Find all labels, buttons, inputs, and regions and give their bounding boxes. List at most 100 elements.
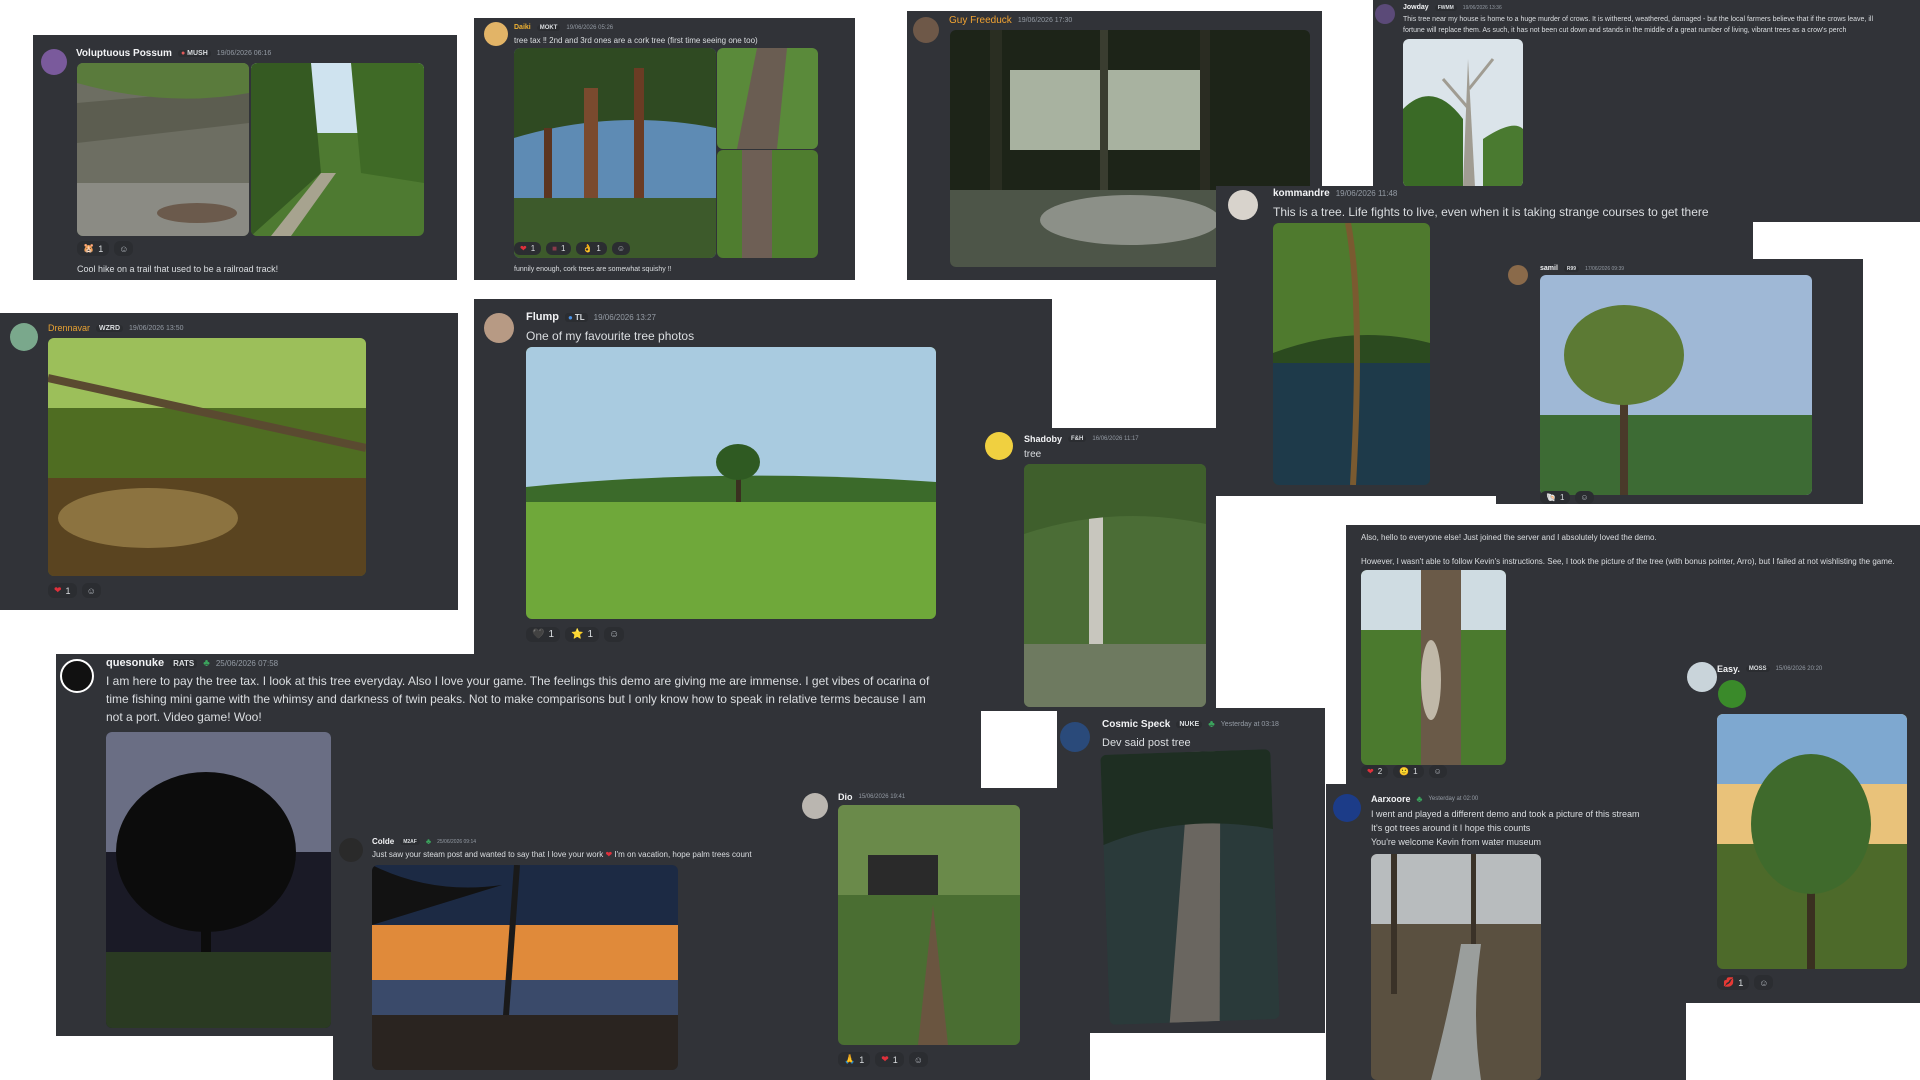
guild-tag: MOKT: [536, 24, 561, 31]
reaction[interactable]: ❤ 1: [514, 242, 542, 255]
guild-tag: F&H: [1068, 436, 1087, 442]
timestamp: 19/06/2026 17:30: [1017, 17, 1073, 24]
timestamp: 16/06/2026 11:17: [1092, 436, 1139, 442]
username[interactable]: samil: [1540, 265, 1558, 272]
post-voluptuous-possum: Voluptuous Possum ● MUSH 19/06/2026 06:16…: [33, 35, 457, 280]
reaction[interactable]: ■ 1: [546, 242, 572, 255]
username[interactable]: Jowday: [1403, 4, 1429, 11]
reaction[interactable]: 🙂 1: [1393, 765, 1424, 778]
timestamp: 25/06/2026 07:58: [215, 658, 279, 668]
avatar[interactable]: [60, 659, 94, 693]
tree-emoji-icon: [1718, 680, 1746, 708]
tree-photo[interactable]: [514, 48, 716, 258]
add-reaction-button[interactable]: ☺: [1754, 975, 1774, 990]
reaction[interactable]: 💋 1: [1717, 975, 1750, 990]
message-text-line-3: You're welcome Kevin from water museum: [1371, 837, 1541, 847]
reaction[interactable]: ⭐ 1: [565, 627, 600, 642]
reaction[interactable]: 🖤 1: [526, 627, 561, 642]
avatar[interactable]: [484, 22, 508, 46]
username[interactable]: Colde: [372, 837, 394, 846]
night-tree-photo[interactable]: [106, 732, 331, 1028]
leaning-tree-photo[interactable]: [1273, 223, 1430, 485]
avatar[interactable]: [985, 432, 1013, 460]
username[interactable]: quesonuke: [106, 657, 164, 669]
badge-icon: ♣: [1416, 794, 1423, 804]
tree-with-cat-photo[interactable]: [1361, 570, 1506, 765]
message-text-line-3: not a port. Video game! Woo!: [106, 710, 262, 724]
avatar[interactable]: [1228, 190, 1258, 220]
username[interactable]: Shadoby: [1024, 434, 1062, 444]
reaction[interactable]: 👌 1: [576, 242, 607, 255]
reaction[interactable]: ❤ 1: [48, 583, 77, 598]
stream-photo[interactable]: [1371, 854, 1541, 1080]
reaction[interactable]: ❤ 2: [1361, 765, 1389, 778]
message-text-line-1: This tree near my house is home to a hug…: [1403, 16, 1874, 23]
username[interactable]: Daiki: [514, 24, 531, 31]
reaction[interactable]: ❤ 1: [875, 1052, 904, 1067]
username[interactable]: Easy.: [1717, 664, 1740, 674]
username[interactable]: Drennavar: [48, 323, 90, 333]
message-text-line-1: I went and played a different demo and t…: [1371, 809, 1640, 819]
guild-tag: WZRD: [96, 324, 124, 332]
add-reaction-button[interactable]: ☺: [908, 1052, 928, 1067]
add-reaction-button[interactable]: ☺: [604, 627, 625, 642]
avatar[interactable]: [1060, 722, 1090, 752]
looking-up-tree-photo[interactable]: [1100, 749, 1280, 1025]
badge-icon: ♣: [425, 837, 432, 846]
message-text: Just saw your steam post and wanted to s…: [372, 850, 752, 859]
avatar[interactable]: [1687, 662, 1717, 692]
timestamp: 19/06/2026 13:36: [1462, 4, 1502, 11]
username[interactable]: Cosmic Speck: [1102, 719, 1170, 730]
add-reaction-button[interactable]: ☺: [114, 241, 134, 256]
post-samil: samil R99 17/06/2026 09:39 🐚 1 ☺: [1496, 259, 1863, 504]
username[interactable]: Guy Freeduck: [949, 15, 1012, 26]
palm-sunset-photo[interactable]: [372, 865, 678, 1070]
message-text: tree tax ‼ 2nd and 3rd ones are a cork t…: [514, 36, 758, 45]
avatar[interactable]: [1375, 4, 1395, 24]
fallen-tree-river-photo[interactable]: [48, 338, 366, 576]
crow-tree-photo[interactable]: [1403, 39, 1523, 187]
username[interactable]: Dio: [838, 792, 853, 802]
message-text-line-2: However, I wasn't able to follow Kevin's…: [1361, 557, 1895, 566]
post-cosmic-speck: Cosmic Speck NUKE ♣ Yesterday at 03:18 D…: [1057, 708, 1325, 1033]
avatar[interactable]: [1508, 265, 1528, 285]
message-text-line-1: Also, hello to everyone else! Just joine…: [1361, 533, 1657, 542]
reaction[interactable]: 🙏 1: [838, 1052, 871, 1067]
guild-tag: NUKE: [1176, 721, 1203, 728]
username[interactable]: Aarxoore: [1371, 794, 1411, 804]
add-reaction-button[interactable]: ☺: [1575, 491, 1594, 504]
guild-tag: FWMM: [1434, 4, 1457, 11]
house-path-photo[interactable]: [838, 805, 1020, 1045]
message-text: Dev said post tree: [1102, 737, 1191, 749]
message-text-line-2: It's got trees around it I hope this cou…: [1371, 823, 1531, 833]
birch-tree-photo[interactable]: [1024, 464, 1206, 707]
avatar[interactable]: [484, 313, 514, 343]
avatar[interactable]: [913, 17, 939, 43]
username[interactable]: Voluptuous Possum: [76, 48, 172, 59]
trail-photo[interactable]: [251, 63, 424, 236]
add-reaction-button[interactable]: ☺: [81, 583, 101, 598]
post-drennavar: Drennavar WZRD 19/06/2026 13:50 ❤ 1 ☺: [0, 313, 458, 610]
cliff-photo[interactable]: [77, 63, 249, 236]
avatar[interactable]: [339, 838, 363, 862]
message-text-line-1: I am here to pay the tree tax. I look at…: [106, 674, 930, 688]
avatar[interactable]: [802, 793, 828, 819]
sunset-tree-photo[interactable]: [1717, 714, 1907, 969]
post-dio: Dio 15/06/2026 19:41 🙏 1 ❤ 1 ☺: [790, 788, 1090, 1080]
username[interactable]: kommandre: [1273, 188, 1330, 199]
avatar[interactable]: [1333, 794, 1361, 822]
avatar[interactable]: [41, 49, 67, 75]
field-tree-photo[interactable]: [526, 347, 936, 619]
reaction[interactable]: 🐚 1: [1540, 491, 1571, 504]
cork-tree-photo-1[interactable]: [717, 48, 818, 149]
timestamp: 15/06/2026 19:41: [858, 794, 906, 800]
avatar[interactable]: [10, 323, 38, 351]
cork-tree-photo-2[interactable]: [717, 150, 818, 258]
tall-tree-photo[interactable]: [1540, 275, 1812, 495]
timestamp: 19/06/2026 13:50: [129, 324, 184, 332]
reaction[interactable]: 🐹 1: [77, 241, 110, 256]
add-reaction-button[interactable]: ☺: [1428, 765, 1447, 778]
add-reaction-button[interactable]: ☺: [611, 242, 631, 255]
post-easy: Easy. MOSS 15/06/2026 20:20 💋 1 ☺: [1684, 656, 1920, 1003]
username[interactable]: Flump: [526, 311, 559, 323]
